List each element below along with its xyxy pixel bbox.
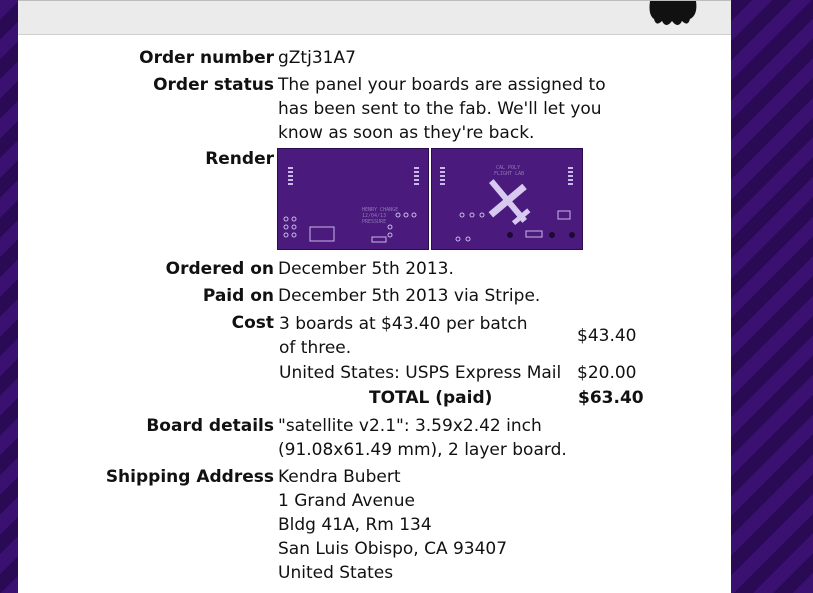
cost-item-amount: $20.00 [577,363,637,383]
top-bar [18,0,731,35]
address-line: United States [278,563,394,583]
address-line: San Luis Obispo, CA 93407 [278,539,508,559]
shipping-address-label: Shipping Address [105,467,274,487]
address-line: Kendra Bubert [278,467,401,487]
cost-item-amount: $43.40 [577,326,637,346]
cost-item-desc: 3 boards at $43.40 per batch of three. [279,314,528,358]
ordered-on-value: December 5th 2013. [278,259,454,279]
cost-label: Cost [231,313,274,333]
order-number-value: gZtj31A7 [278,48,356,68]
order-panel: Order number gZtj31A7 Order status The p… [18,0,731,593]
address-line: 1 Grand Avenue [278,491,415,511]
order-status-label: Order status [153,75,274,95]
svg-text:FLIGHT LAB: FLIGHT LAB [494,171,524,177]
order-number-label: Order number [139,48,274,68]
address-line: Bldg 41A, Rm 134 [278,515,432,535]
cost-item-desc: United States: USPS Express Mail [279,363,562,383]
svg-text:PRESSURE: PRESSURE [362,219,386,225]
ordered-on-label: Ordered on [165,259,274,279]
paid-on-label: Paid on [202,286,274,306]
board-render-top[interactable]: HENRY CHANGE 12/04/13 PRESSURE [277,148,429,250]
mascot-icon [649,1,697,25]
board-details-value: "satellite v2.1": 3.59x2.42 inch (91.08x… [278,416,567,460]
shipping-address: Kendra Bubert 1 Grand Avenue Bldg 41A, R… [278,465,648,585]
total-label: TOTAL (paid) [369,388,493,408]
paid-on-value: December 5th 2013 via Stripe. [278,286,541,306]
total-value: $63.40 [578,388,644,408]
board-render-bottom[interactable]: CAL POLY FLIGHT LAB [431,148,583,250]
board-details-label: Board details [146,416,274,436]
order-status-value: The panel your boards are assigned to ha… [278,75,606,143]
render-label: Render [205,149,274,169]
